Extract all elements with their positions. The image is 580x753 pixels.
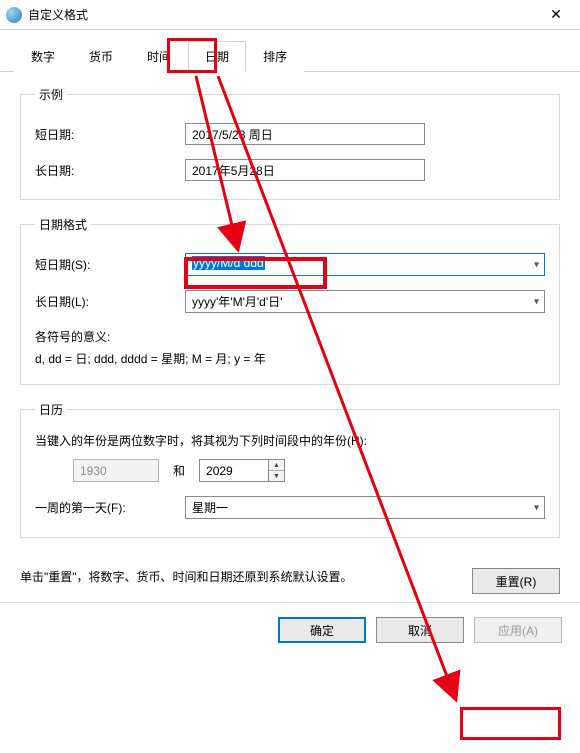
date-format-group: 日期格式 短日期(S): yyyy/M/d ddd ▾ 长日期(L): yyyy… <box>20 216 560 385</box>
spinner-down-icon[interactable]: ▼ <box>269 471 284 481</box>
two-digit-year-label: 当键入的年份是两位数字时，将其视为下列时间段中的年份(H): <box>35 432 545 449</box>
tab-sort[interactable]: 排序 <box>246 41 304 72</box>
short-date-format-value: yyyy/M/d ddd <box>192 256 265 270</box>
tab-time[interactable]: 时间 <box>130 41 188 72</box>
footer-note-row: 单击"重置"，将数字、货币、时间和日期还原到系统默认设置。 重置(R) <box>0 562 580 594</box>
dialog-button-row: 确定 取消 应用(A) <box>0 602 580 657</box>
reset-button[interactable]: 重置(R) <box>472 568 560 594</box>
first-day-combo[interactable]: 星期一 ▾ <box>185 496 545 519</box>
tab-number[interactable]: 数字 <box>14 41 72 72</box>
short-date-example-value <box>185 123 425 145</box>
calendar-group: 日历 当键入的年份是两位数字时，将其视为下列时间段中的年份(H): 和 ▲ ▼ … <box>20 401 560 538</box>
symbol-meaning-text: d, dd = 日; ddd, dddd = 星期; M = 月; y = 年 <box>35 349 545 371</box>
first-day-value[interactable]: 星期一 <box>185 496 545 519</box>
titlebar: 自定义格式 ✕ <box>0 0 580 30</box>
long-date-format-combo[interactable]: yyyy'年'M'月'd'日' ▾ <box>185 290 545 313</box>
long-date-example-label: 长日期: <box>35 162 185 179</box>
symbol-meaning-label: 各符号的意义: <box>35 327 545 349</box>
first-day-label: 一周的第一天(F): <box>35 499 185 516</box>
footer-note-text: 单击"重置"，将数字、货币、时间和日期还原到系统默认设置。 <box>20 568 454 587</box>
date-format-legend: 日期格式 <box>35 216 91 233</box>
annotation-apply-highlight <box>460 707 561 740</box>
close-button[interactable]: ✕ <box>534 0 578 30</box>
tab-strip: 数字 货币 时间 日期 排序 <box>0 30 580 72</box>
long-date-format-label: 长日期(L): <box>35 293 185 310</box>
long-date-example-value <box>185 159 425 181</box>
year-end-spinner[interactable]: ▲ ▼ <box>269 459 285 482</box>
symbol-meaning: 各符号的意义: d, dd = 日; ddd, dddd = 星期; M = 月… <box>35 327 545 370</box>
example-legend: 示例 <box>35 86 67 103</box>
tab-date[interactable]: 日期 <box>188 41 246 72</box>
spinner-up-icon[interactable]: ▲ <box>269 460 284 471</box>
and-label: 和 <box>173 462 185 479</box>
apply-button[interactable]: 应用(A) <box>474 617 562 643</box>
short-date-format-label: 短日期(S): <box>35 256 185 273</box>
tab-content: 示例 短日期: 长日期: 日期格式 短日期(S): yyyy/M/d ddd ▾… <box>0 72 580 562</box>
year-end-input[interactable] <box>199 459 269 482</box>
globe-icon <box>6 7 22 23</box>
window-title: 自定义格式 <box>28 6 534 23</box>
year-start-input <box>73 459 159 482</box>
example-group: 示例 短日期: 长日期: <box>20 86 560 200</box>
tab-currency[interactable]: 货币 <box>72 41 130 72</box>
short-date-format-input[interactable]: yyyy/M/d ddd <box>185 253 545 276</box>
short-date-example-label: 短日期: <box>35 126 185 143</box>
cancel-button[interactable]: 取消 <box>376 617 464 643</box>
calendar-legend: 日历 <box>35 401 67 418</box>
ok-button[interactable]: 确定 <box>278 617 366 643</box>
long-date-format-value[interactable]: yyyy'年'M'月'd'日' <box>185 290 545 313</box>
short-date-format-combo[interactable]: yyyy/M/d ddd ▾ <box>185 253 545 276</box>
